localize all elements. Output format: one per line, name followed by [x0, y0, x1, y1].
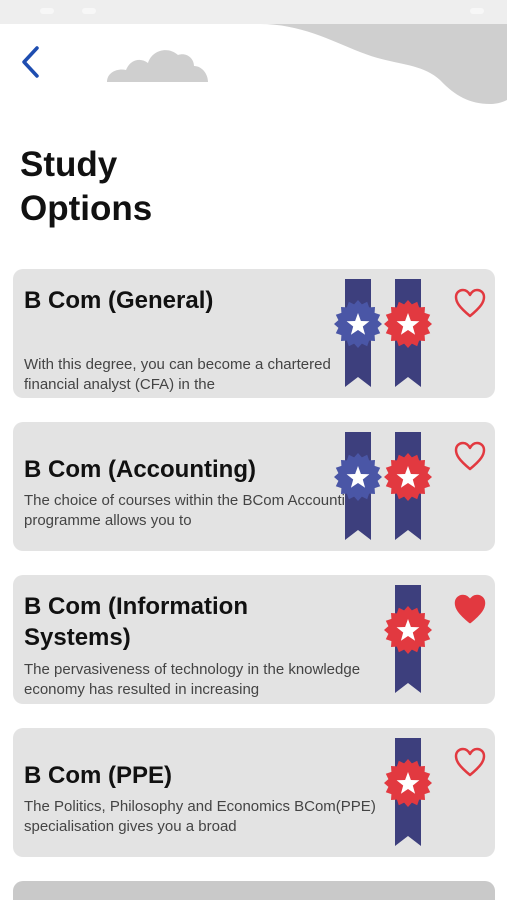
award-ribbon-icon — [384, 585, 432, 693]
page-title: Study Options — [20, 145, 153, 228]
study-option-card[interactable]: B Com (General) With this degree, you can… — [13, 269, 495, 398]
award-badges — [333, 728, 443, 857]
study-option-description: The choice of courses within the BCom Ac… — [24, 492, 362, 529]
award-ribbon-icon — [334, 279, 382, 387]
study-option-card-partial[interactable] — [13, 881, 495, 900]
favorite-outline-icon[interactable] — [453, 287, 487, 319]
study-option-title: B Com (PPE) — [24, 762, 173, 789]
study-option-description: The pervasiveness of technology in the k… — [24, 661, 361, 698]
award-badges — [333, 422, 443, 551]
study-option-title: B Com (General) — [24, 287, 214, 314]
favorite-outline-icon[interactable] — [453, 440, 487, 472]
study-option-card[interactable]: B Com (Information Systems) The pervasive… — [13, 575, 495, 704]
cloud-icon — [107, 50, 208, 82]
study-option-title: B Com (Accounting) — [24, 456, 256, 483]
header-decoration — [107, 24, 507, 104]
favorite-filled-icon[interactable] — [453, 593, 487, 625]
award-ribbon-icon — [334, 432, 382, 540]
blob-shape — [260, 24, 507, 104]
award-ribbon-icon — [384, 279, 432, 387]
back-button[interactable] — [12, 42, 48, 82]
study-option-description: With this degree, you can become a chart… — [24, 356, 331, 393]
study-option-title: B Com (Information Systems) — [24, 593, 248, 651]
award-badges — [333, 269, 443, 398]
award-badges — [333, 575, 443, 704]
study-option-card[interactable]: B Com (PPE) The Politics, Philosophy and … — [13, 728, 495, 857]
favorite-outline-icon[interactable] — [453, 746, 487, 778]
chevron-left-icon — [22, 46, 39, 78]
award-ribbon-icon — [384, 432, 432, 540]
study-option-description: The Politics, Philosophy and Economics B… — [24, 798, 376, 835]
award-ribbon-icon — [384, 738, 432, 846]
study-option-card[interactable]: B Com (Accounting) The choice of courses … — [13, 422, 495, 551]
